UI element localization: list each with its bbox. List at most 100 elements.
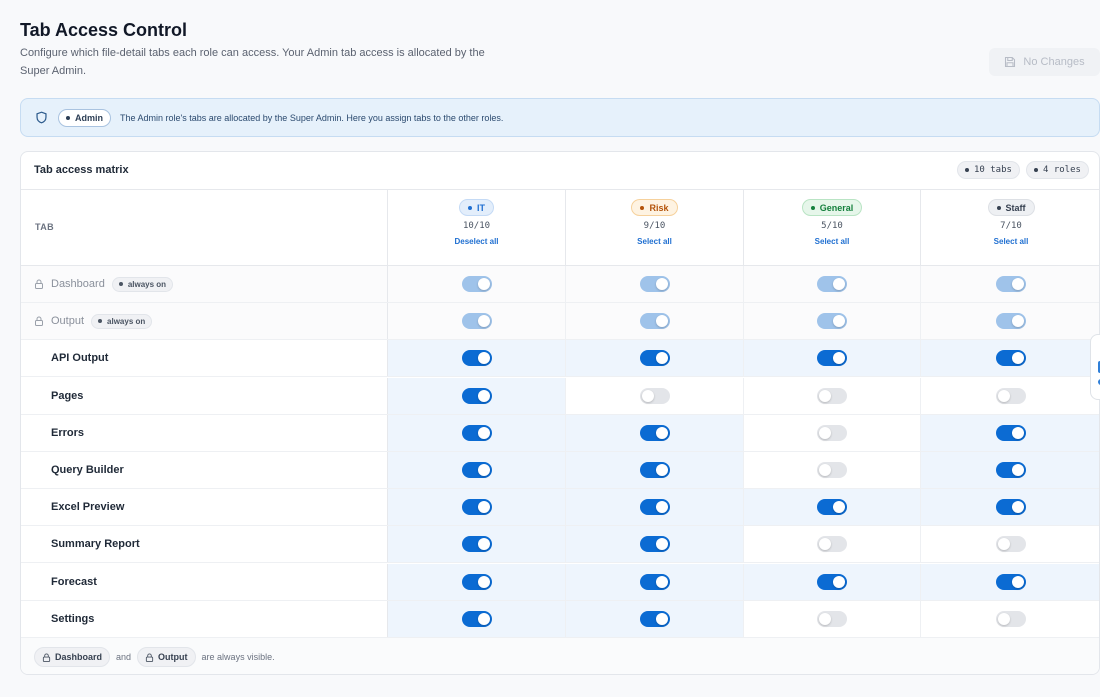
access-toggle[interactable]	[461, 536, 492, 553]
dot-icon	[996, 205, 1001, 210]
tab-access-matrix-card: Tab access matrix 10 tabs 4 roles TAB IT…	[20, 151, 1100, 675]
access-toggle[interactable]	[995, 536, 1026, 553]
access-toggle[interactable]	[639, 424, 670, 441]
access-toggle[interactable]	[461, 350, 492, 367]
access-toggle[interactable]	[461, 573, 492, 590]
role-count: 7/10	[1000, 221, 1022, 231]
role-select-all-link[interactable]: Select all	[921, 237, 1099, 246]
role-select-all-link[interactable]: Select all	[744, 237, 920, 246]
access-toggle[interactable]	[639, 610, 670, 627]
access-cell	[744, 266, 921, 302]
no-changes-button[interactable]: No Changes	[989, 48, 1100, 76]
access-cell	[388, 414, 566, 451]
access-toggle[interactable]	[639, 387, 670, 404]
access-cell	[921, 303, 1099, 340]
tab-column-header: TAB	[21, 190, 388, 266]
access-cell	[388, 452, 566, 488]
access-toggle	[995, 276, 1026, 292]
role-count: 5/10	[821, 221, 843, 231]
access-toggle[interactable]	[461, 462, 492, 478]
table-row: Output always on	[21, 303, 1099, 341]
access-cell	[921, 563, 1099, 600]
admin-role-badge: Admin	[58, 108, 111, 127]
access-cell	[388, 526, 566, 563]
access-cell	[566, 526, 744, 563]
access-toggle[interactable]	[995, 573, 1026, 590]
access-toggle[interactable]	[817, 350, 847, 367]
dot-icon	[468, 205, 472, 210]
tabs-count-label: 10 tabs	[974, 165, 1012, 175]
access-toggle[interactable]	[995, 424, 1026, 441]
role-name: Risk	[649, 202, 669, 213]
access-cell	[921, 526, 1099, 563]
access-toggle[interactable]	[461, 387, 492, 404]
dot-icon	[1034, 168, 1038, 172]
access-toggle	[461, 313, 492, 330]
access-toggle	[639, 313, 670, 330]
access-toggle[interactable]	[817, 424, 847, 441]
access-toggle[interactable]	[817, 387, 847, 404]
access-toggle[interactable]	[817, 573, 847, 590]
access-toggle[interactable]	[461, 424, 492, 441]
tab-name-cell: Output always on	[21, 303, 388, 340]
access-cell	[744, 600, 921, 637]
access-toggle[interactable]	[995, 499, 1026, 516]
access-toggle[interactable]	[995, 462, 1026, 478]
access-toggle[interactable]	[995, 387, 1026, 404]
access-cell	[388, 340, 566, 377]
access-toggle[interactable]	[639, 462, 670, 478]
matrix-footer: Dashboard and Output are always visible.	[21, 638, 1099, 674]
access-toggle[interactable]	[817, 610, 847, 627]
access-toggle	[817, 276, 847, 292]
access-toggle[interactable]	[639, 350, 670, 367]
matrix-title: Tab access matrix	[34, 164, 129, 176]
tab-name-cell: Dashboard always on	[21, 266, 388, 302]
access-cell	[566, 377, 744, 414]
access-cell	[566, 340, 744, 377]
access-toggle[interactable]	[461, 610, 492, 627]
access-toggle[interactable]	[817, 536, 847, 553]
access-toggle	[817, 313, 847, 330]
access-toggle[interactable]	[995, 610, 1026, 627]
access-toggle[interactable]	[817, 462, 847, 478]
access-cell	[566, 452, 744, 488]
role-column-risk: Risk 9/10 Select all	[566, 190, 744, 266]
access-cell	[921, 452, 1099, 488]
side-panel-handle[interactable]	[1090, 334, 1100, 400]
access-cell	[388, 303, 566, 340]
table-row: Pages	[21, 377, 1099, 415]
access-cell	[388, 377, 566, 414]
role-select-all-link[interactable]: Select all	[566, 237, 743, 246]
lock-icon	[42, 652, 51, 662]
dot-icon	[118, 282, 123, 286]
tab-name-cell: Pages	[21, 377, 388, 414]
dashboard-chip: Dashboard	[34, 647, 111, 667]
shield-icon	[36, 111, 47, 124]
lock-icon	[35, 279, 43, 289]
table-row: Settings	[21, 600, 1099, 638]
role-count: 10/10	[462, 221, 491, 231]
tab-name: Summary Report	[51, 538, 140, 551]
role-badge: General	[801, 199, 863, 216]
access-cell	[566, 600, 744, 637]
role-badge: Staff	[987, 199, 1035, 216]
lock-icon	[35, 316, 43, 327]
tab-name: Settings	[51, 612, 95, 625]
access-toggle[interactable]	[995, 350, 1026, 367]
role-select-all-link[interactable]: Deselect all	[388, 237, 565, 246]
tab-name-cell: Settings	[21, 600, 388, 637]
access-cell	[388, 266, 566, 302]
output-chip: Output	[137, 647, 196, 667]
access-toggle[interactable]	[639, 536, 670, 553]
tab-name: Query Builder	[51, 464, 124, 476]
access-toggle[interactable]	[461, 499, 492, 516]
access-toggle[interactable]	[639, 499, 670, 516]
access-cell	[921, 377, 1099, 414]
tab-name-cell: API Output	[21, 340, 388, 377]
access-toggle[interactable]	[639, 573, 670, 590]
access-toggle[interactable]	[817, 499, 847, 516]
page-title: Tab Access Control	[20, 20, 188, 40]
tab-name: API Output	[51, 352, 109, 365]
tab-column-label: TAB	[35, 222, 55, 232]
banner-message: The Admin role's tabs are allocated by t…	[120, 112, 504, 123]
